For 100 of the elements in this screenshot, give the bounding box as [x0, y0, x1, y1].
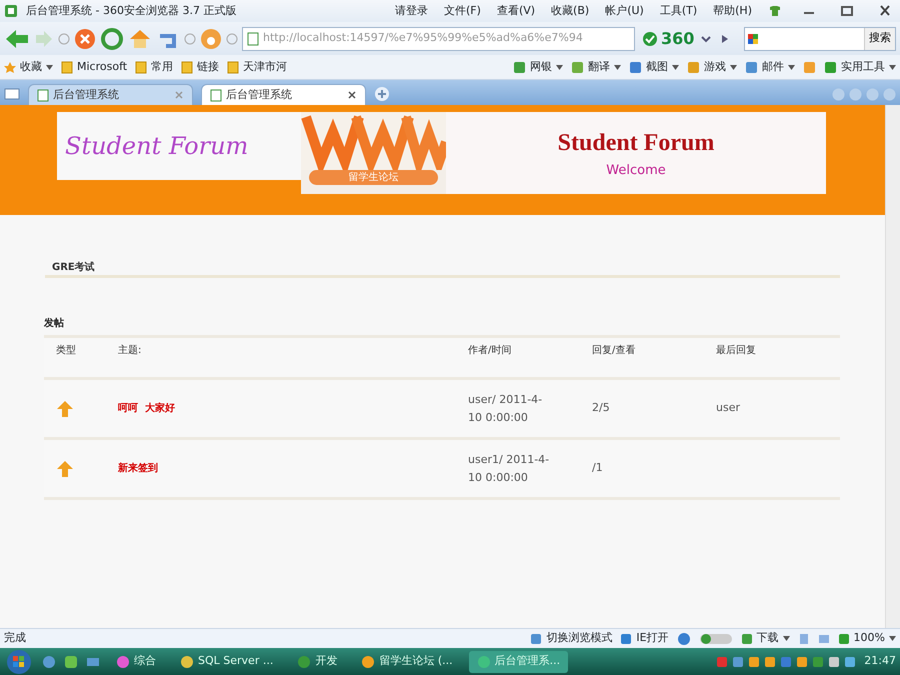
- up-arrow-icon: [56, 400, 74, 418]
- tray-icon[interactable]: [748, 656, 760, 668]
- status-icon: [740, 632, 753, 644]
- browser-tab[interactable]: 后台管理系统: [28, 84, 193, 105]
- toolbar-button[interactable]: 网银: [513, 58, 563, 76]
- taskbar-button[interactable]: SQL Server ...: [172, 650, 282, 672]
- app-icon: [297, 654, 312, 668]
- app-icon: [4, 4, 18, 18]
- close-icon[interactable]: [347, 90, 357, 100]
- toolbar-button[interactable]: 邮件: [745, 58, 795, 76]
- bookmark-link[interactable]: 天津市河: [227, 58, 288, 76]
- menu-item[interactable]: 帐户(U): [605, 2, 644, 20]
- topic-link[interactable]: 新来签到: [118, 463, 158, 474]
- refresh-icon[interactable]: [100, 28, 124, 50]
- window-title: 后台管理系统 - 360安全浏览器 3.7 正式版: [26, 2, 236, 19]
- bookmark-link[interactable]: 收藏: [4, 58, 53, 76]
- column-header: 类型: [55, 344, 77, 358]
- status-button[interactable]: 100%: [838, 630, 896, 647]
- column-header: 作者/时间: [468, 344, 512, 358]
- table-cell: user: [716, 401, 740, 414]
- menu-item[interactable]: 收藏(B): [551, 2, 590, 20]
- folder-icon: [227, 60, 240, 74]
- banner-caption: 留学生论坛: [309, 170, 438, 185]
- taskbar-button[interactable]: 综合: [108, 650, 164, 672]
- tray-icon[interactable]: [828, 656, 840, 668]
- tool-icon: [513, 60, 526, 74]
- tray-icon[interactable]: [796, 656, 808, 668]
- status-icon: [838, 632, 850, 644]
- app-icon: [361, 654, 376, 668]
- topic-link[interactable]: 呵呵 大家好: [118, 403, 175, 414]
- new-tab-icon[interactable]: [374, 86, 390, 102]
- logo-text: Student Forum: [57, 112, 301, 180]
- toolbar-button[interactable]: 实用工具: [824, 58, 896, 76]
- folder-icon: [181, 60, 194, 74]
- bookmark-link[interactable]: 常用: [135, 58, 174, 76]
- caret-icon: [556, 64, 563, 70]
- clock-text: 21:47: [864, 653, 896, 670]
- status-icon: [620, 632, 632, 644]
- banner-subtitle: Welcome: [606, 162, 666, 180]
- column-header: 主题:: [118, 344, 142, 358]
- bookmark-link[interactable]: 链接: [181, 58, 220, 76]
- banner-title: Student Forum: [558, 129, 714, 158]
- stop-icon[interactable]: [74, 28, 96, 50]
- start-button[interactable]: [4, 648, 34, 674]
- up-arrow-icon: [56, 460, 74, 478]
- menu-item[interactable]: 工具(T): [660, 2, 698, 20]
- window-control-icon[interactable]: [849, 88, 862, 101]
- tray-icon[interactable]: [844, 656, 856, 668]
- caret-icon: [889, 64, 896, 70]
- window-control-icon[interactable]: [866, 88, 879, 101]
- column-header: 回复/查看: [592, 344, 636, 358]
- folder-icon: [61, 60, 73, 74]
- page-icon: [247, 32, 259, 46]
- toolbar-button[interactable]: 游戏: [687, 58, 737, 76]
- tool-icon: [629, 60, 642, 74]
- app-icon: [116, 654, 130, 668]
- caret-icon: [614, 64, 621, 70]
- caret-icon: [730, 64, 737, 70]
- ie-icon[interactable]: [676, 632, 691, 646]
- badge-text: 360: [660, 28, 694, 50]
- tool-icon[interactable]: [803, 60, 816, 74]
- tray-icon[interactable]: [812, 656, 824, 668]
- status-button[interactable]: 切换浏览模式: [530, 630, 612, 647]
- toolbar-button[interactable]: 截图: [629, 58, 679, 76]
- section-label: 发帖: [44, 316, 65, 331]
- menu-item[interactable]: 查看(V): [496, 2, 536, 20]
- tray-icon[interactable]: [732, 656, 744, 668]
- menu-item[interactable]: 帮助(H): [713, 2, 752, 20]
- caret-icon: [788, 64, 795, 70]
- status-text: 完成: [4, 630, 26, 646]
- tool-icon: [824, 60, 837, 74]
- shirt-icon[interactable]: [768, 5, 782, 17]
- search-field[interactable]: 搜索: [744, 26, 896, 50]
- sidebar-toggle-icon[interactable]: [4, 87, 20, 101]
- table-cell-text: user1/ 2011-4-10 0:00:00: [468, 452, 550, 486]
- search-button[interactable]: 搜索: [864, 28, 895, 50]
- home-icon[interactable]: [128, 28, 152, 50]
- scrollbar[interactable]: [885, 105, 900, 628]
- caret-icon: [672, 64, 679, 70]
- status-button[interactable]: 下载: [740, 630, 790, 647]
- window-control-icon[interactable]: [883, 88, 896, 101]
- status-button[interactable]: IE打开: [620, 630, 669, 647]
- tray-icon[interactable]: [764, 656, 776, 668]
- menu-item[interactable]: 文件(F): [444, 2, 481, 20]
- quick-launch-icon[interactable]: [64, 654, 78, 668]
- toggle-icon[interactable]: [698, 632, 733, 644]
- window-control-icon[interactable]: [832, 88, 845, 101]
- toolbar-button[interactable]: 翻译: [571, 58, 621, 76]
- taskbar-button[interactable]: 开发: [289, 650, 346, 672]
- status-icon[interactable]: [798, 632, 810, 644]
- section-title: GRE考试: [45, 260, 840, 278]
- menu-item[interactable]: 请登录: [395, 2, 428, 20]
- browser-tab[interactable]: 后台管理系统: [201, 84, 366, 105]
- page-icon: [210, 88, 222, 102]
- bookmark-link[interactable]: Microsoft: [61, 58, 128, 76]
- status-icon[interactable]: [818, 632, 830, 644]
- column-header: 最后回复: [716, 344, 757, 358]
- taskbar-button[interactable]: 留学生论坛 (...: [353, 650, 461, 672]
- quick-launch-icon[interactable]: [42, 654, 56, 668]
- folder-icon: [135, 60, 148, 74]
